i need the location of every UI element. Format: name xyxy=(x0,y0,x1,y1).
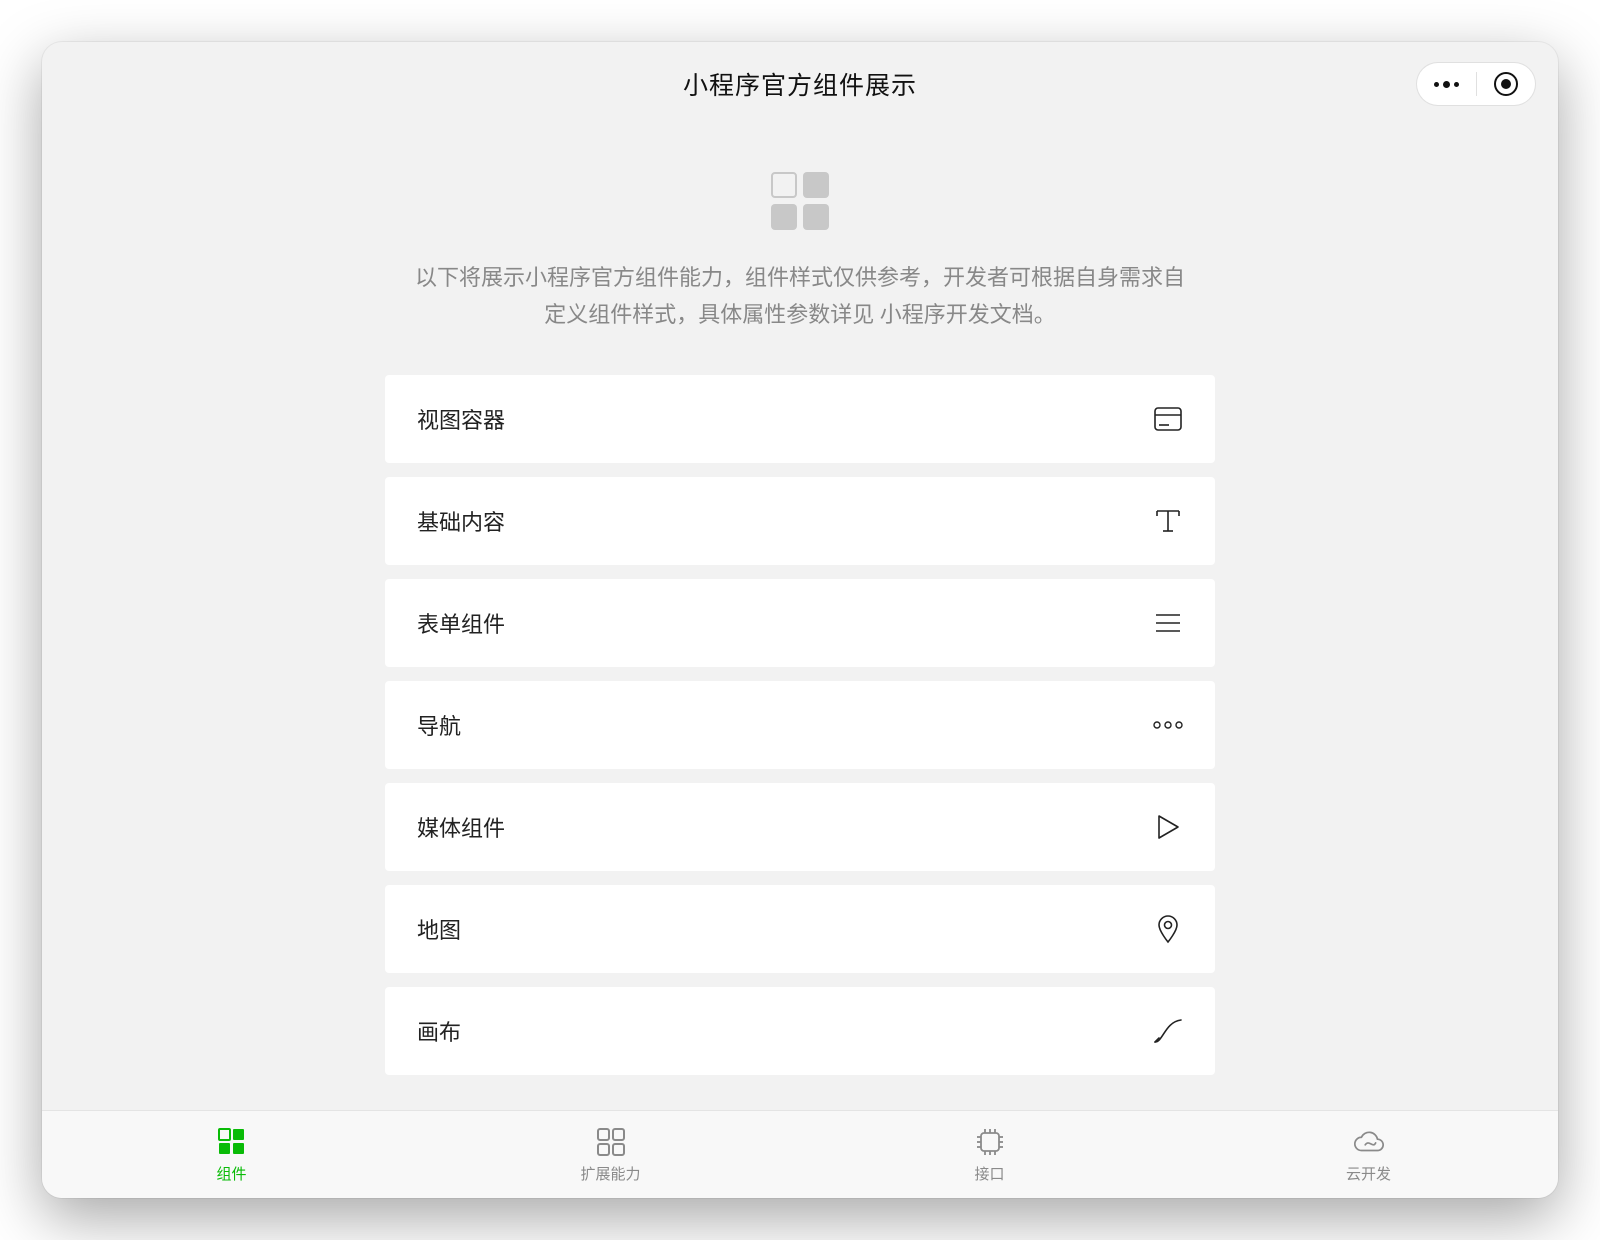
page-title: 小程序官方组件展示 xyxy=(683,66,917,102)
play-icon xyxy=(1153,812,1183,842)
list-item-label: 画布 xyxy=(417,1015,461,1047)
list-item-label: 视图容器 xyxy=(417,403,505,435)
text-icon xyxy=(1153,506,1183,536)
dots-horizontal-icon xyxy=(1153,710,1183,740)
more-button[interactable] xyxy=(1417,63,1476,105)
intro-text-part2: 。 xyxy=(1034,303,1056,328)
main-content: 以下将展示小程序官方组件能力，组件样式仅供参考，开发者可根据自身需求自定义组件样… xyxy=(42,112,1558,1110)
tab-label: 组件 xyxy=(216,1163,246,1184)
tab-label: 接口 xyxy=(974,1163,1004,1184)
component-list: 视图容器 基础内容 xyxy=(385,375,1215,1075)
tab-label: 云开发 xyxy=(1346,1163,1391,1184)
list-item-basic-content[interactable]: 基础内容 xyxy=(385,477,1215,565)
list-item-canvas[interactable]: 画布 xyxy=(385,987,1215,1075)
tab-cloud[interactable]: 云开发 xyxy=(1179,1111,1558,1198)
header: 小程序官方组件展示 xyxy=(42,42,1558,112)
list-item-media[interactable]: 媒体组件 xyxy=(385,783,1215,871)
extensions-icon xyxy=(594,1125,628,1159)
list-item-label: 表单组件 xyxy=(417,607,505,639)
card-icon xyxy=(1153,404,1183,434)
tab-label: 扩展能力 xyxy=(580,1163,640,1184)
curve-icon xyxy=(1153,1016,1183,1046)
components-icon xyxy=(215,1125,249,1159)
tab-components[interactable]: 组件 xyxy=(42,1111,421,1198)
list-item-view-container[interactable]: 视图容器 xyxy=(385,375,1215,463)
list-item-form[interactable]: 表单组件 xyxy=(385,579,1215,667)
list-item-map[interactable]: 地图 xyxy=(385,885,1215,973)
api-icon xyxy=(973,1125,1007,1159)
list-lines-icon xyxy=(1153,608,1183,638)
list-item-label: 导航 xyxy=(417,709,461,741)
intro-text-part1: 以下将展示小程序官方组件能力，组件样式仅供参考，开发者可根据自身需求自定义组件样… xyxy=(415,266,1185,328)
intro-text: 以下将展示小程序官方组件能力，组件样式仅供参考，开发者可根据自身需求自定义组件样… xyxy=(410,260,1190,335)
capsule-menu xyxy=(1416,62,1536,106)
doc-link[interactable]: 小程序开发文档 xyxy=(880,303,1034,328)
tabbar: 组件 扩展能力 xyxy=(42,1110,1558,1198)
tab-extensions[interactable]: 扩展能力 xyxy=(421,1111,800,1198)
cloud-icon xyxy=(1352,1125,1386,1159)
app-window: 小程序官方组件展示 以下将展示小程序官方组件能力，组件样式仅供参考，开发者可根据 xyxy=(42,42,1558,1198)
tab-api[interactable]: 接口 xyxy=(800,1111,1179,1198)
location-pin-icon xyxy=(1153,914,1183,944)
list-item-label: 地图 xyxy=(417,913,461,945)
close-button[interactable] xyxy=(1477,63,1536,105)
list-item-navigation[interactable]: 导航 xyxy=(385,681,1215,769)
list-item-label: 基础内容 xyxy=(417,505,505,537)
more-icon xyxy=(1434,81,1459,88)
list-item-label: 媒体组件 xyxy=(417,811,505,843)
components-hero-icon xyxy=(771,172,829,230)
target-icon xyxy=(1494,72,1518,96)
